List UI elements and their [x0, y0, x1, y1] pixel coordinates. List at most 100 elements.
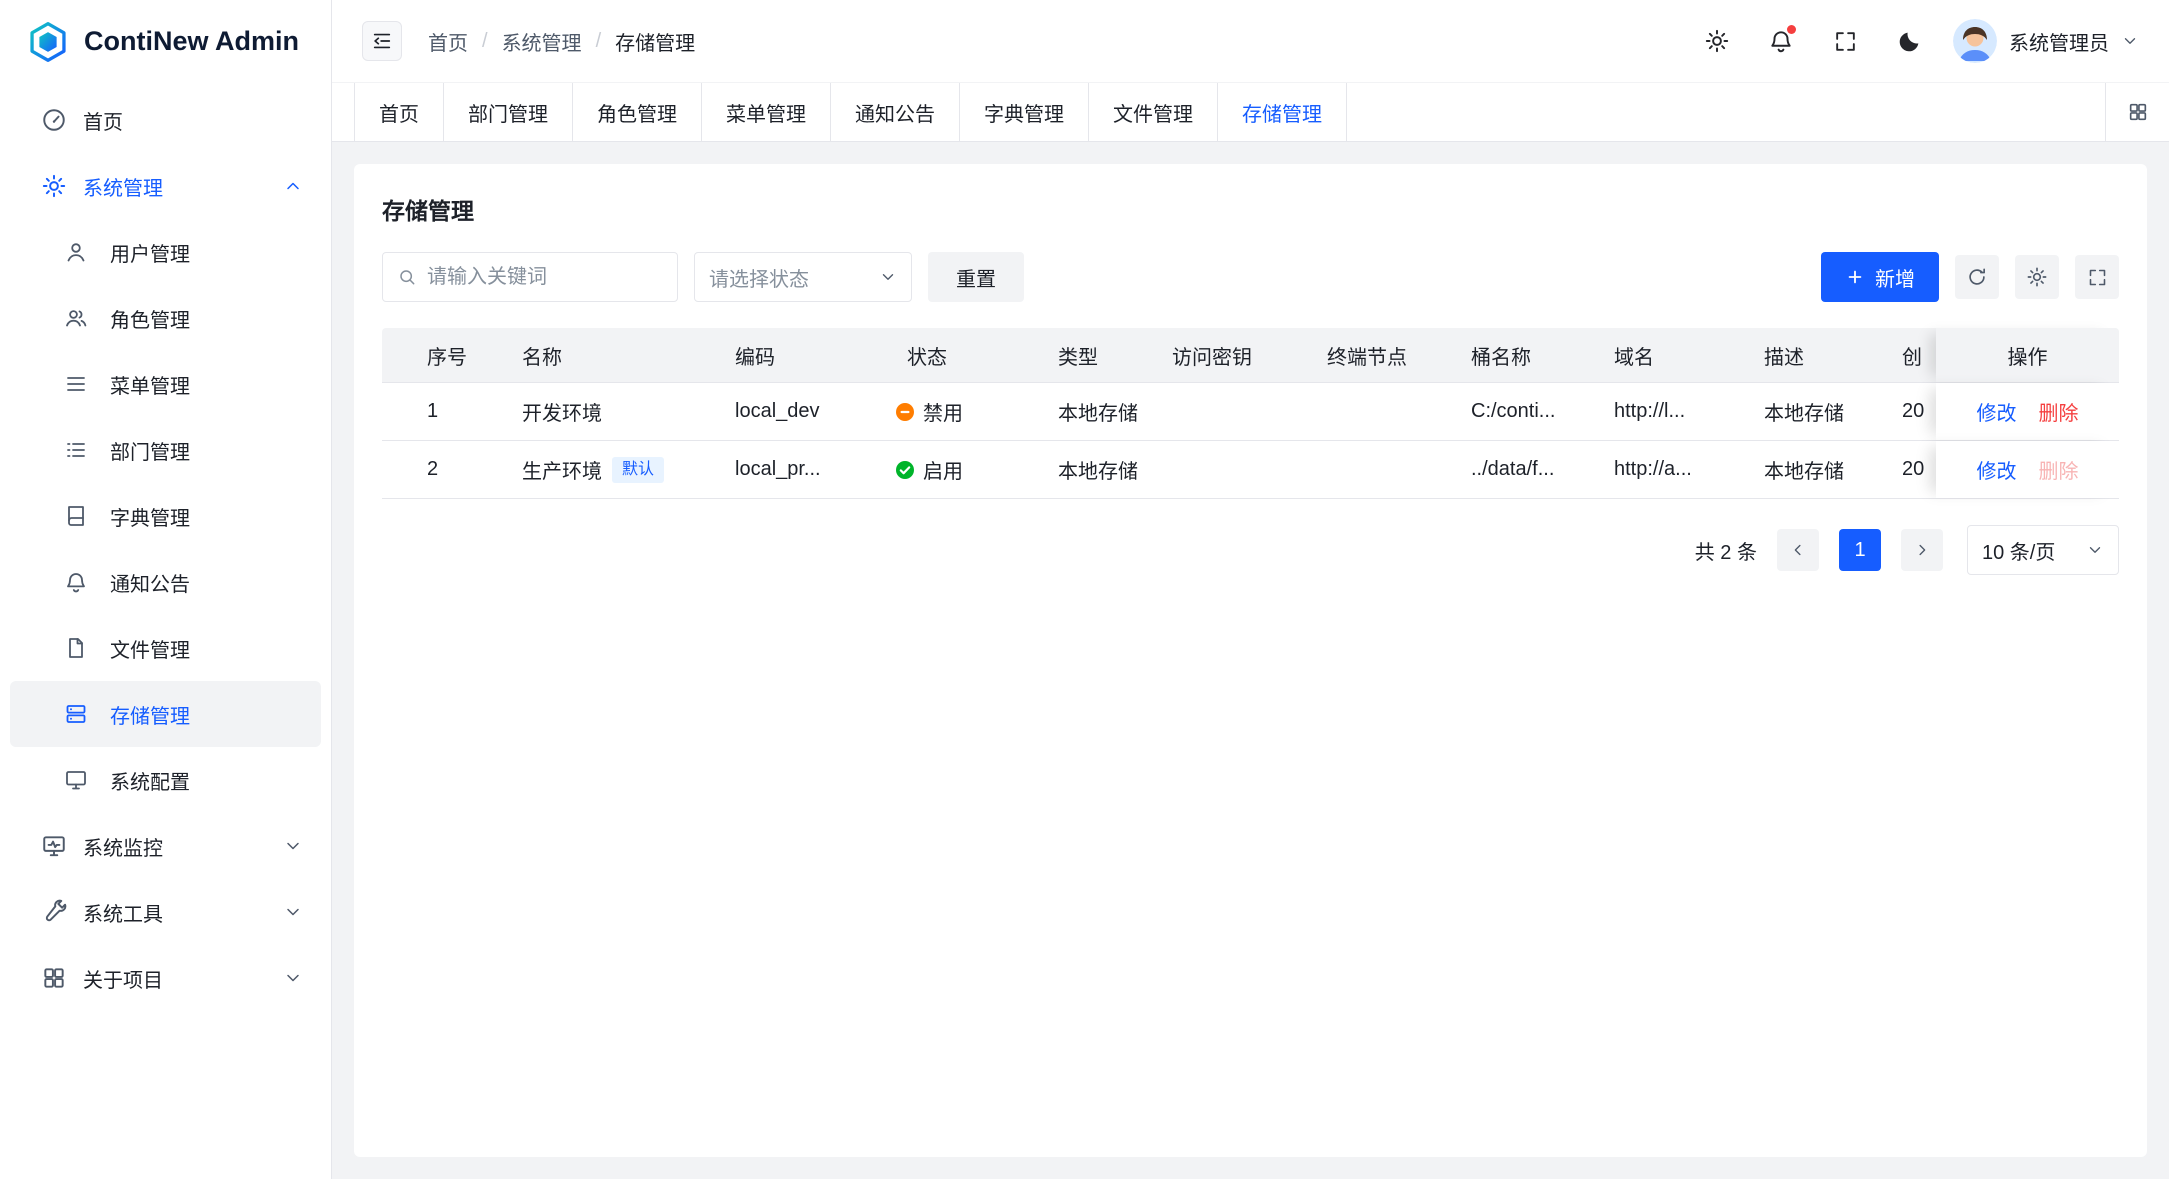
edit-link[interactable]: 修改	[1977, 455, 2017, 484]
sidebar-item-system-config[interactable]: 系统配置	[10, 747, 321, 813]
notification-badge-dot	[1787, 25, 1796, 34]
expand-button[interactable]	[2075, 255, 2119, 299]
cell-actions: 修改 删除	[1936, 441, 2119, 498]
tab-bar: 首页 部门管理 角色管理 菜单管理 通知公告 字典管理 文件管理 存储管理	[332, 83, 2169, 142]
status-select[interactable]: 请选择状态	[694, 252, 912, 302]
tab-label: 存储管理	[1242, 98, 1322, 127]
table-header-row: 序号 名称 编码 状态 类型 访问密钥 终端节点 桶名称 域名 描述 创 操作	[382, 328, 2119, 383]
sidebar-item-label: 部门管理	[110, 436, 190, 465]
sidebar-item-system-tools[interactable]: 系统工具	[0, 879, 331, 945]
sidebar-collapse-button[interactable]	[362, 21, 402, 61]
cell-code: local_pr...	[715, 458, 887, 481]
col-type: 类型	[1038, 341, 1152, 370]
tab-role[interactable]: 角色管理	[573, 83, 702, 141]
username-label: 系统管理员	[2009, 27, 2109, 56]
sidebar-item-department-management[interactable]: 部门管理	[10, 417, 321, 483]
tab-department[interactable]: 部门管理	[444, 83, 573, 141]
delete-link-disabled: 删除	[2039, 455, 2079, 484]
sidebar-item-dict-management[interactable]: 字典管理	[10, 483, 321, 549]
cell-status: 禁用	[887, 397, 1038, 426]
tab-label: 文件管理	[1113, 98, 1193, 127]
sidebar-item-notice[interactable]: 通知公告	[10, 549, 321, 615]
edit-link[interactable]: 修改	[1977, 397, 2017, 426]
page-title: 存储管理	[382, 192, 2119, 226]
sidebar-item-about-project[interactable]: 关于项目	[0, 945, 331, 1011]
search-input[interactable]	[427, 266, 663, 289]
next-page-button[interactable]	[1901, 529, 1943, 571]
menu-lines-icon	[64, 372, 88, 396]
chevron-down-icon	[879, 268, 897, 286]
wrench-icon	[41, 899, 67, 925]
content-area: 存储管理 请选择状态 重置 新增	[332, 142, 2169, 1179]
sidebar-item-menu-management[interactable]: 菜单管理	[10, 351, 321, 417]
sidebar-item-label: 存储管理	[110, 700, 190, 729]
page-size-select[interactable]: 10 条/页	[1967, 525, 2119, 575]
plus-icon	[1845, 267, 1865, 287]
notifications-button[interactable]	[1761, 21, 1801, 61]
desktop-icon	[64, 768, 88, 792]
sidebar-item-label: 通知公告	[110, 568, 190, 597]
cell-name: 开发环境	[502, 397, 715, 426]
sidebar-item-label: 文件管理	[110, 634, 190, 663]
table-settings-button[interactable]	[2015, 255, 2059, 299]
sidebar-item-file-management[interactable]: 文件管理	[10, 615, 321, 681]
sidebar-item-label: 系统工具	[83, 898, 163, 927]
status-enabled-icon	[895, 460, 915, 480]
sidebar: ContiNew Admin 首页 系统管理 用户管理	[0, 0, 332, 1179]
storage-management-card: 存储管理 请选择状态 重置 新增	[354, 164, 2147, 1157]
tab-label: 首页	[379, 98, 419, 127]
storage-name: 生产环境	[522, 455, 602, 484]
cell-code: local_dev	[715, 400, 887, 423]
col-index: 序号	[382, 341, 502, 370]
tab-dict[interactable]: 字典管理	[960, 83, 1089, 141]
sidebar-item-system-management[interactable]: 系统管理	[0, 153, 331, 219]
tab-home[interactable]: 首页	[354, 83, 444, 141]
sidebar-item-label: 系统配置	[110, 766, 190, 795]
pagination: 共 2 条 1 10 条/页	[382, 525, 2119, 575]
settings-button[interactable]	[1697, 21, 1737, 61]
sidebar-item-storage-management[interactable]: 存储管理	[10, 681, 321, 747]
app-logo[interactable]: ContiNew Admin	[0, 0, 331, 83]
apps-grid-icon	[2127, 101, 2149, 123]
delete-link[interactable]: 删除	[2039, 397, 2079, 426]
sidebar-item-user-management[interactable]: 用户管理	[10, 219, 321, 285]
table-row: 2 生产环境 默认 local_pr... 启用 本地存储 ../data/f.…	[382, 441, 2119, 499]
col-domain: 域名	[1594, 341, 1744, 370]
breadcrumb: 首页 / 系统管理 / 存储管理	[428, 27, 695, 56]
tab-label: 角色管理	[597, 98, 677, 127]
search-icon	[397, 267, 417, 287]
fullscreen-icon	[2087, 267, 2108, 288]
sidebar-item-system-monitor[interactable]: 系统监控	[0, 813, 331, 879]
fullscreen-button[interactable]	[1825, 21, 1865, 61]
tab-label: 字典管理	[984, 98, 1064, 127]
sidebar-item-label: 菜单管理	[110, 370, 190, 399]
sidebar-item-label: 字典管理	[110, 502, 190, 531]
refresh-button[interactable]	[1955, 255, 1999, 299]
chevron-down-icon	[283, 836, 303, 856]
user-icon	[64, 240, 88, 264]
tab-actions-button[interactable]	[2105, 83, 2169, 141]
cell-type: 本地存储	[1038, 455, 1152, 484]
breadcrumb-item[interactable]: 系统管理	[502, 27, 582, 56]
default-badge: 默认	[612, 457, 664, 483]
tab-file[interactable]: 文件管理	[1089, 83, 1218, 141]
chevron-down-icon	[283, 968, 303, 988]
keyword-search[interactable]	[382, 252, 678, 302]
monitor-icon	[41, 833, 67, 859]
col-code: 编码	[715, 341, 887, 370]
sidebar-item-role-management[interactable]: 角色管理	[10, 285, 321, 351]
chevron-down-icon	[283, 902, 303, 922]
user-menu[interactable]: 系统管理员	[1953, 19, 2139, 63]
tab-notice[interactable]: 通知公告	[831, 83, 960, 141]
sidebar-item-home[interactable]: 首页	[0, 87, 331, 153]
prev-page-button[interactable]	[1777, 529, 1819, 571]
page-number-button[interactable]: 1	[1839, 529, 1881, 571]
fullscreen-icon	[1833, 29, 1858, 54]
reset-button[interactable]: 重置	[928, 252, 1024, 302]
breadcrumb-item[interactable]: 首页	[428, 27, 468, 56]
file-icon	[64, 636, 88, 660]
dark-mode-button[interactable]	[1889, 21, 1929, 61]
tab-menu[interactable]: 菜单管理	[702, 83, 831, 141]
add-button[interactable]: 新增	[1821, 252, 1939, 302]
tab-storage[interactable]: 存储管理	[1218, 83, 1347, 141]
